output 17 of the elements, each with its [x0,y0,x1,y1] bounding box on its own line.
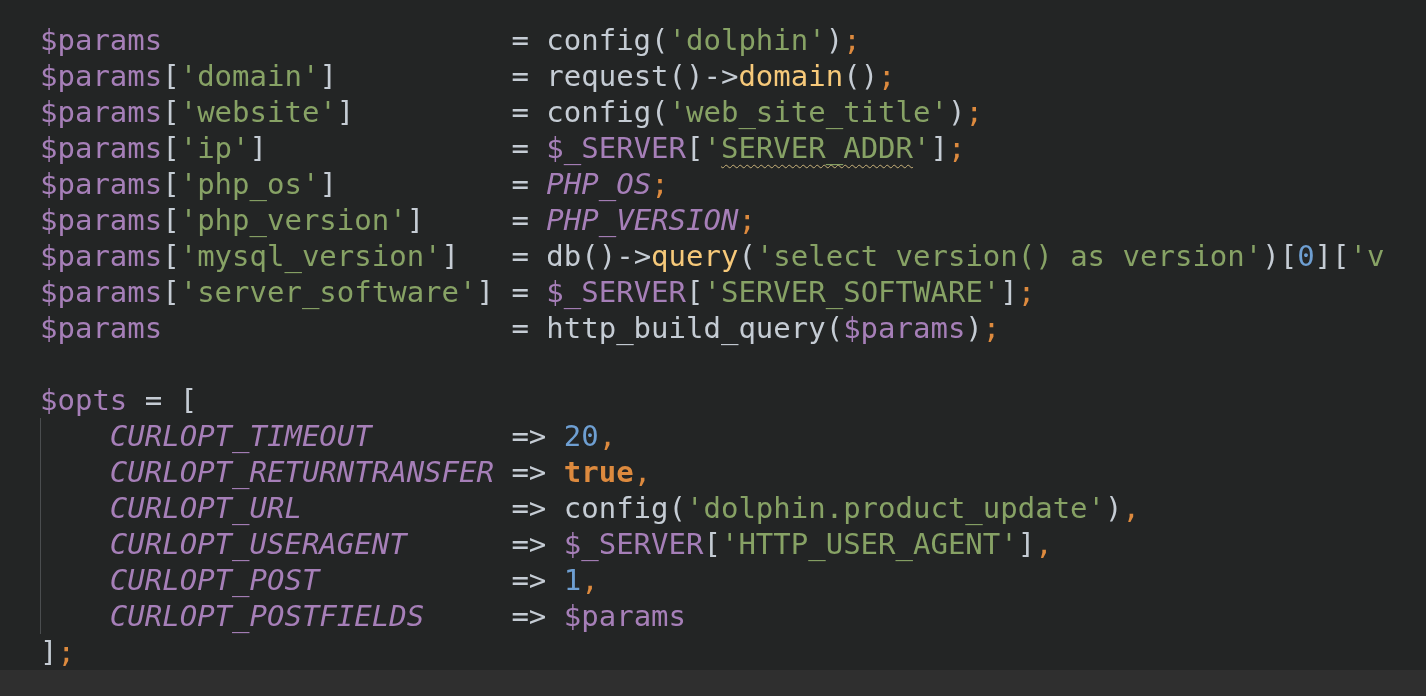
code-line: $params['php_os'] = PHP_OS; [40,166,669,202]
code-line: $params['ip'] = $_SERVER['SERVER_ADDR']; [40,130,966,166]
code-line: $params['website'] = config('web_site_title'); [40,94,983,130]
code-line: $params['php_version'] = PHP_VERSION; [40,202,756,238]
code-line: CURLOPT_POST => 1, [109,562,599,598]
code-line: CURLOPT_USERAGENT => $_SERVER['HTTP_USER_AGENT'], [109,526,1053,562]
code-line: $params['mysql_version'] = db()->query('select version() as version')[0]['v [40,238,1385,274]
code-line: CURLOPT_URL => config('dolphin.product_update'), [109,490,1140,526]
code-line: $params['domain'] = request()->domain(); [40,58,896,94]
code-line: CURLOPT_POSTFIELDS => $params [109,598,686,634]
code-line: ]; [40,634,75,670]
code-line: $params['server_software'] = $_SERVER['SERVER_SOFTWARE']; [40,274,1036,310]
code-line: $params = http_build_query($params); [40,310,1001,346]
code-line: CURLOPT_RETURNTRANSFER => true, [109,454,652,490]
code-line: CURLOPT_TIMEOUT => 20, [109,418,617,454]
code-line: $opts = [ [40,382,198,418]
code-line: $params = config('dolphin'); [40,22,861,58]
